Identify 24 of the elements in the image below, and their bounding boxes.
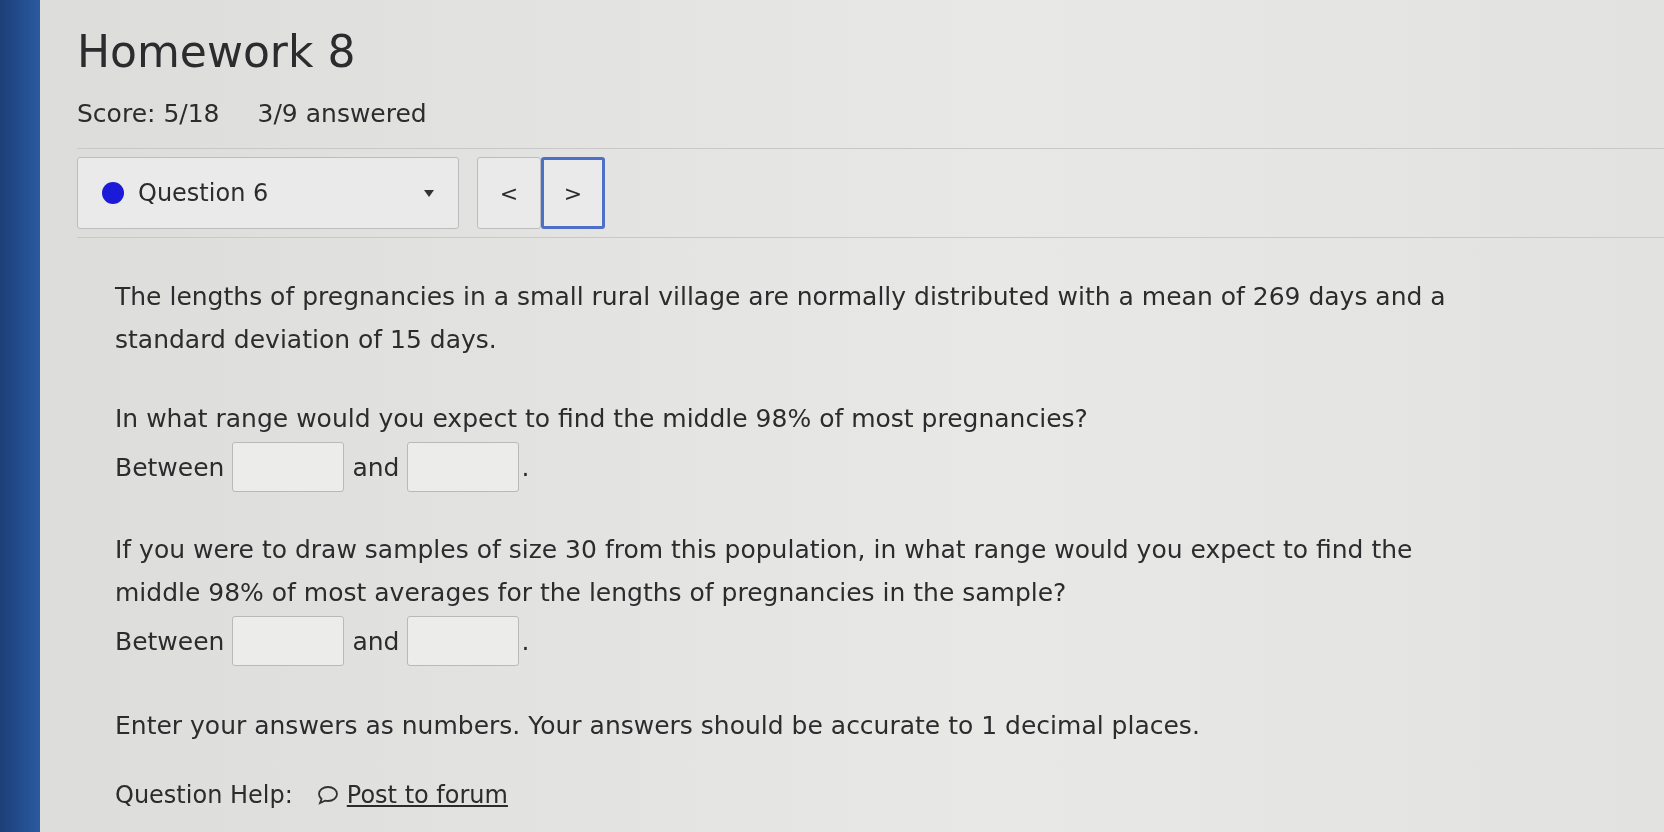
caret-icon (424, 189, 434, 197)
help-label: Question Help: (115, 781, 293, 809)
next-button[interactable]: > (541, 157, 605, 229)
page-title: Homework 8 (77, 26, 357, 77)
and-label: and (352, 452, 400, 482)
answer-field[interactable] (407, 616, 520, 666)
answered-count: 3/9 answered (257, 99, 427, 128)
question-text: If you were to draw samples of size 30 from this population, in what range would you expect to find the middle 98% of most averages for the lengths of pregnancies in the sample? (115, 534, 1414, 609)
previous-button[interactable]: < (477, 157, 541, 229)
between-label: Between (115, 626, 225, 656)
question-text: In what range would you expect to find the middle 98% of most pregnancies? (115, 403, 1089, 435)
answer-field[interactable] (232, 442, 345, 492)
question-dropdown[interactable]: Question 6 (77, 157, 459, 229)
score-text: Score: 5/18 (77, 99, 220, 128)
answer-field[interactable] (407, 442, 520, 492)
question-text: Enter your answers as numbers. Your answers should be accurate to 1 decimal places. (115, 710, 1201, 742)
between-label: Between (115, 452, 225, 482)
period-mark: . (521, 452, 530, 482)
post-to-forum-link[interactable]: Post to forum (346, 781, 508, 809)
period-mark: . (521, 626, 530, 656)
question-text: The lengths of pregnancies in a small rural village are normally distributed with a mean of 269 days and a standard deviation of 15 days. (115, 281, 1447, 356)
speech-bubble-icon (316, 784, 339, 806)
and-label: and (352, 626, 400, 656)
answer-field[interactable] (232, 616, 345, 666)
